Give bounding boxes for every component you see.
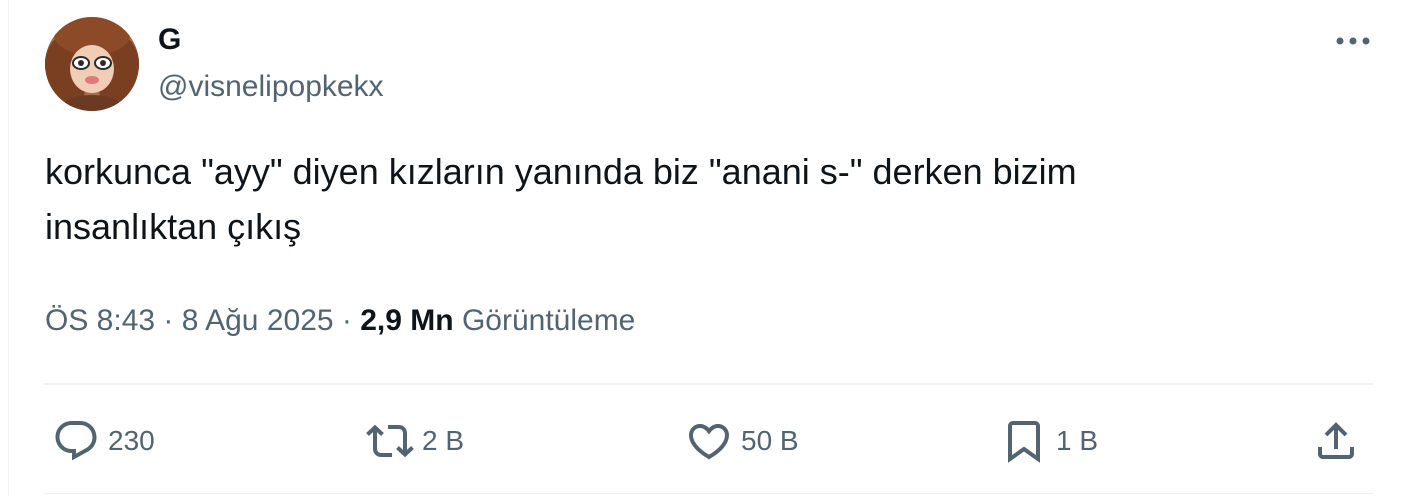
retweet-count: 2 B bbox=[422, 425, 465, 456]
more-options-button[interactable] bbox=[1330, 24, 1376, 58]
tweet-date[interactable]: 8 Ağu 2025 bbox=[182, 304, 334, 337]
reply-icon bbox=[55, 421, 97, 461]
bookmark-icon bbox=[1008, 421, 1040, 463]
bookmark-count: 1 B bbox=[1056, 425, 1099, 456]
like-button[interactable]: 50 B bbox=[685, 417, 799, 465]
retweet-icon bbox=[366, 424, 414, 458]
tweet-text: korkunca "ayy" diyen kızların yanında bi… bbox=[45, 151, 1077, 247]
avatar[interactable] bbox=[45, 17, 139, 111]
reply-count: 230 bbox=[108, 425, 155, 456]
like-count: 50 B bbox=[741, 425, 799, 456]
heart-icon bbox=[688, 424, 730, 460]
retweet-button[interactable]: 2 B bbox=[366, 417, 464, 465]
meta-separator: · bbox=[333, 304, 361, 337]
author-handle[interactable]: @visnelipopkekx bbox=[158, 69, 384, 105]
views-label[interactable]: Görüntüleme bbox=[454, 304, 635, 337]
share-icon bbox=[1318, 422, 1354, 459]
share-button[interactable] bbox=[1312, 417, 1360, 465]
author-display-name[interactable]: G bbox=[158, 22, 181, 58]
profile-avatar-icon bbox=[45, 17, 139, 111]
tweet-card: G @visnelipopkekx korkunca "ayy" diyen k… bbox=[0, 0, 1414, 496]
more-icon bbox=[1336, 37, 1370, 45]
views-count[interactable]: 2,9 Mn bbox=[360, 304, 453, 337]
left-border bbox=[8, 0, 9, 496]
tweet-time[interactable]: ÖS 8:43 bbox=[45, 304, 155, 337]
tweet-meta: ÖS 8:43 · 8 Ağu 2025 · 2,9 Mn Görüntülem… bbox=[45, 299, 635, 343]
divider bbox=[44, 383, 1374, 385]
reply-button[interactable]: 230 bbox=[52, 417, 155, 465]
meta-separator: · bbox=[155, 304, 182, 337]
bottom-border bbox=[44, 493, 1374, 494]
bookmark-button[interactable]: 1 B bbox=[1000, 417, 1098, 465]
